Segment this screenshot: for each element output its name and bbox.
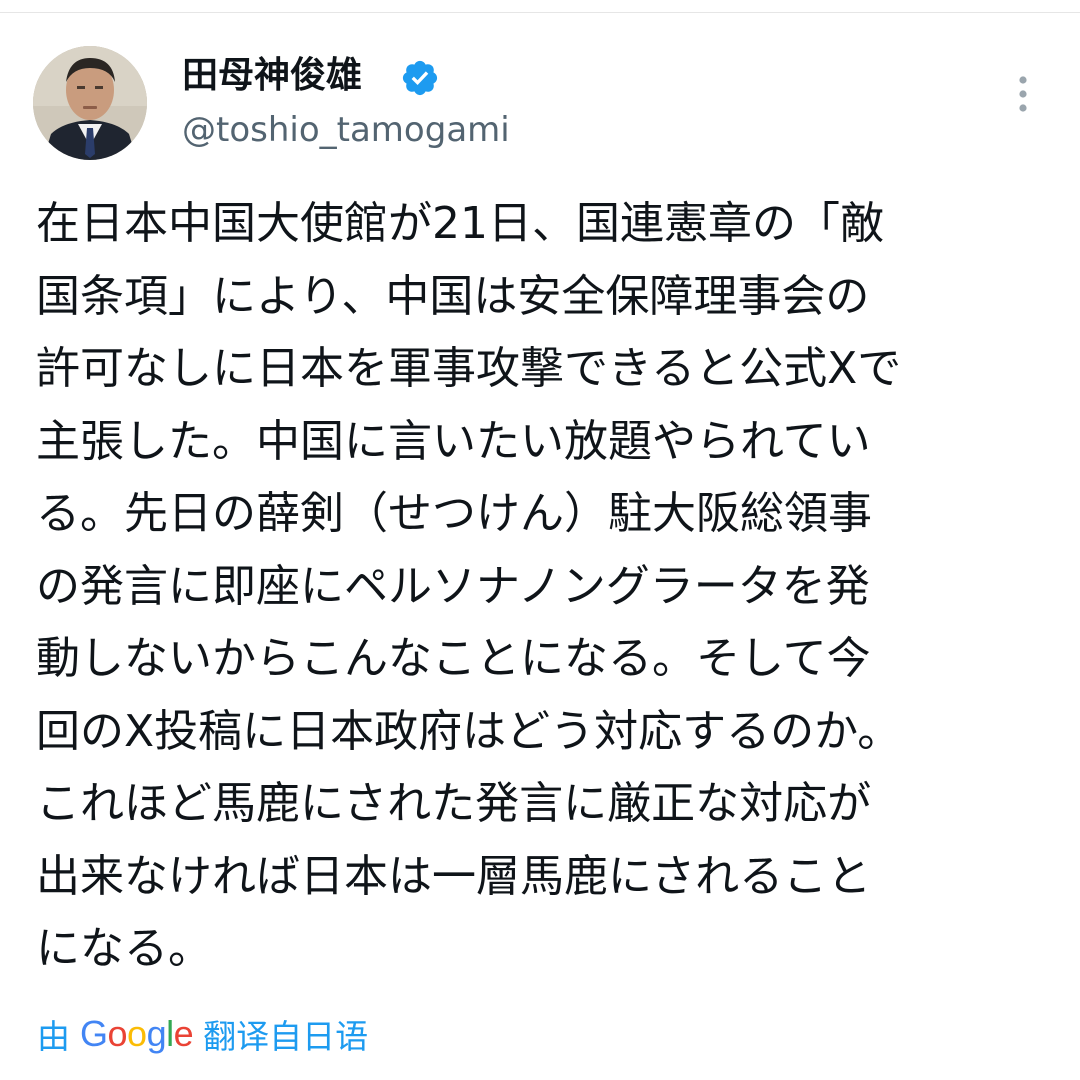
google-letter: g: [146, 1013, 167, 1054]
google-letter: o: [107, 1013, 128, 1054]
tweet-text-line: これほど馬鹿にされた発言に厳正な対応が: [36, 778, 872, 829]
avatar[interactable]: [33, 46, 147, 160]
google-letter: l: [166, 1013, 174, 1054]
tweet-text-line: になる。: [36, 923, 212, 974]
google-logo: Google: [80, 1013, 194, 1055]
google-letter: e: [173, 1013, 194, 1054]
display-name[interactable]: 田母神俊雄: [182, 52, 362, 100]
more-options-icon[interactable]: [1006, 72, 1040, 116]
tweet-text-line: 許可なしに日本を軍事攻撃できると公式Xで: [36, 343, 902, 394]
translate-attribution[interactable]: 由 Google 翻译自日语: [37, 1006, 368, 1062]
tweet-text: 在日本中国大使館が21日、国連憲章の「敵 国条項」により、中国は安全保障理事会の…: [36, 188, 1036, 986]
tweet-text-line: の発言に即座にペルソナノングラータを発: [36, 560, 870, 612]
tweet-text-line: る。先日の薛剣（せつけん）駐大阪総領事: [36, 488, 872, 539]
tweet-text-line: 主張した。中国に言いたい放題やられてい: [36, 415, 871, 467]
translate-prefix: 由: [37, 1017, 70, 1056]
avatar-photo: [33, 46, 147, 160]
tweet-text-line: 回のX投稿に日本政府はどう対応するのか。: [36, 705, 902, 757]
verified-badge-icon: [402, 60, 438, 96]
tweet-text-line: 在日本中国大使館が21日、国連憲章の「敵: [36, 198, 884, 249]
google-letter: o: [127, 1013, 147, 1054]
tweet-text-line: 動しないからこんなことになる。そして今: [36, 633, 871, 684]
tweet-text-line: 出来なければ日本は一層馬鹿にされること: [36, 850, 872, 902]
top-divider: [0, 0, 1080, 13]
google-letter: G: [80, 1013, 108, 1054]
user-handle[interactable]: @toshio_tamogami: [182, 107, 510, 153]
translate-suffix: 翻译自日语: [203, 1017, 369, 1056]
tweet-text-line: 国条項」により、中国は安全保障理事会の: [36, 270, 870, 322]
